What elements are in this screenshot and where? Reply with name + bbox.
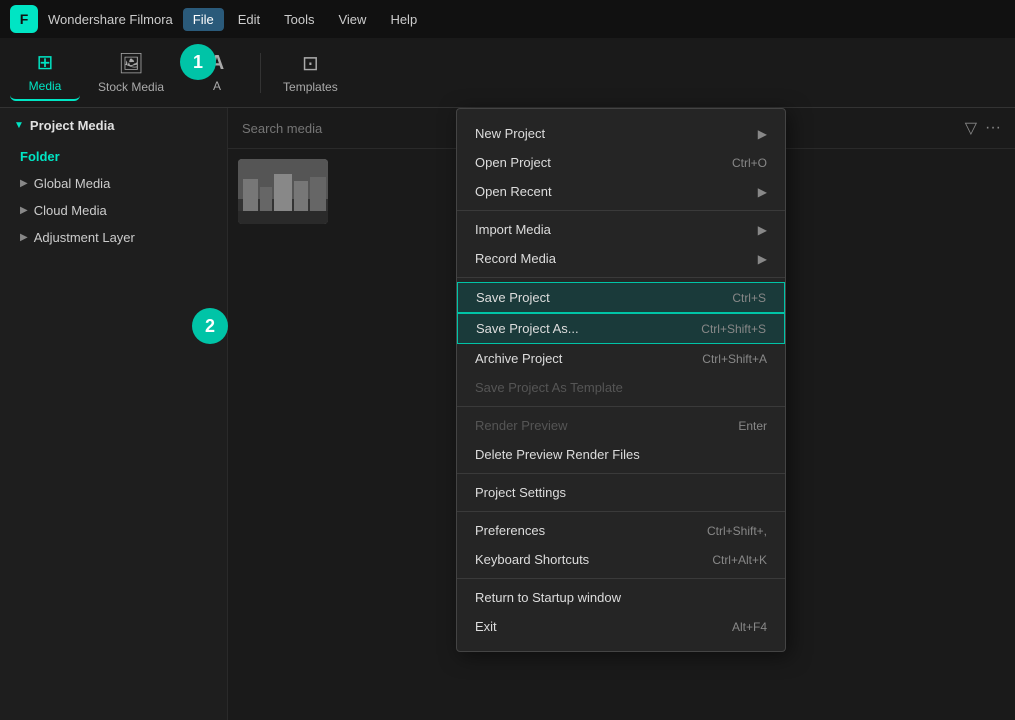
sidebar-item-adjustment-layer[interactable]: ▶ Adjustment Layer [0,224,227,251]
menu-section-import: Import Media ▶ Record Media ▶ [457,211,785,278]
exit-shortcut: Alt+F4 [732,620,767,634]
keyboard-shortcuts-shortcut: Ctrl+Alt+K [712,553,767,567]
sidebar-header: ▼ Project Media [0,108,227,143]
keyboard-shortcuts-label: Keyboard Shortcuts [475,552,589,567]
new-project-arrow: ▶ [758,127,767,141]
exit-label: Exit [475,619,497,634]
menu-section-new: New Project ▶ Open Project Ctrl+O Open R… [457,115,785,211]
menu-new-project[interactable]: New Project ▶ [457,119,785,148]
templates-icon: ⊡ [302,51,319,76]
menu-save-project-as[interactable]: Save Project As... Ctrl+Shift+S [457,313,785,344]
menu-save-as-template: Save Project As Template [457,373,785,402]
menu-project-settings[interactable]: Project Settings [457,478,785,507]
menu-tools[interactable]: Tools [274,8,324,31]
arrow-icon-global: ▶ [20,178,28,189]
tab-media[interactable]: ⊞ Media [10,44,80,101]
menu-render-preview: Render Preview Enter [457,411,785,440]
sidebar-title: Project Media [30,118,115,133]
open-recent-label: Open Recent [475,184,552,199]
menu-preferences[interactable]: Preferences Ctrl+Shift+, [457,516,785,545]
menu-section-save: Save Project Ctrl+S Save Project As... C… [457,278,785,407]
menu-bar: File Edit Tools View Help [183,8,427,31]
open-project-shortcut: Ctrl+O [732,156,767,170]
menu-view[interactable]: View [328,8,376,31]
tab-media-label: Media [29,79,62,93]
render-preview-label: Render Preview [475,418,568,433]
menu-record-media[interactable]: Record Media ▶ [457,244,785,273]
preferences-shortcut: Ctrl+Shift+, [707,524,767,538]
sidebar-arrow: ▼ [14,120,24,131]
menu-file[interactable]: File [183,8,224,31]
app-title: Wondershare Filmora [48,12,173,27]
preferences-label: Preferences [475,523,545,538]
menu-exit[interactable]: Exit Alt+F4 [457,612,785,641]
project-settings-label: Project Settings [475,485,566,500]
open-recent-arrow: ▶ [758,185,767,199]
save-project-as-label: Save Project As... [476,321,579,336]
sidebar-item-global-media[interactable]: ▶ Global Media [0,170,227,197]
menu-save-project[interactable]: Save Project Ctrl+S [457,282,785,313]
save-project-label: Save Project [476,290,550,305]
render-preview-shortcut: Enter [738,419,767,433]
menu-section-exit: Return to Startup window Exit Alt+F4 [457,579,785,645]
toolbar-divider [260,53,261,93]
stock-media-icon: 🖼 [118,51,143,76]
menu-section-render: Render Preview Enter Delete Preview Rend… [457,407,785,474]
archive-project-shortcut: Ctrl+Shift+A [702,352,767,366]
app-logo: F [10,5,38,33]
menu-open-project[interactable]: Open Project Ctrl+O [457,148,785,177]
toolbar: ⊞ Media 🖼 Stock Media A A ⊡ Templates 1 [0,38,1015,108]
arrow-icon-adj: ▶ [20,232,28,243]
open-project-label: Open Project [475,155,551,170]
sidebar-cloud-media-label: Cloud Media [34,203,107,218]
menu-open-recent[interactable]: Open Recent ▶ [457,177,785,206]
tab-stock-media-label: Stock Media [98,80,164,94]
menu-section-settings: Project Settings [457,474,785,512]
menu-keyboard-shortcuts[interactable]: Keyboard Shortcuts Ctrl+Alt+K [457,545,785,574]
save-template-label: Save Project As Template [475,380,623,395]
delete-render-label: Delete Preview Render Files [475,447,640,462]
import-media-arrow: ▶ [758,223,767,237]
save-project-as-shortcut: Ctrl+Shift+S [701,322,766,336]
badge-1: 1 [180,44,216,80]
menu-return-startup[interactable]: Return to Startup window [457,583,785,612]
record-media-arrow: ▶ [758,252,767,266]
media-icon: ⊞ [37,50,54,75]
content-area: ▽ ··· [228,108,1015,720]
sidebar: ▼ Project Media Folder ▶ Global Media ▶ … [0,108,228,720]
tab-a-label: A [213,79,221,93]
save-project-shortcut: Ctrl+S [732,291,766,305]
arrow-icon-cloud: ▶ [20,205,28,216]
sidebar-adjustment-label: Adjustment Layer [34,230,135,245]
badge-2: 2 [192,308,228,344]
menu-help[interactable]: Help [380,8,427,31]
tab-templates-label: Templates [283,80,338,94]
new-project-label: New Project [475,126,545,141]
sidebar-item-cloud-media[interactable]: ▶ Cloud Media [0,197,227,224]
menu-edit[interactable]: Edit [228,8,270,31]
sidebar-folder[interactable]: Folder [0,143,227,170]
title-bar: F Wondershare Filmora File Edit Tools Vi… [0,0,1015,38]
menu-import-media[interactable]: Import Media ▶ [457,215,785,244]
menu-section-preferences: Preferences Ctrl+Shift+, Keyboard Shortc… [457,512,785,579]
dropdown-menu: New Project ▶ Open Project Ctrl+O Open R… [456,108,786,652]
dropdown-overlay: New Project ▶ Open Project Ctrl+O Open R… [228,108,1015,720]
sidebar-global-media-label: Global Media [34,176,111,191]
return-startup-label: Return to Startup window [475,590,621,605]
import-media-label: Import Media [475,222,551,237]
main-layout: ▼ Project Media Folder ▶ Global Media ▶ … [0,108,1015,720]
tab-stock-media[interactable]: 🖼 Stock Media [84,45,178,100]
archive-project-label: Archive Project [475,351,562,366]
record-media-label: Record Media [475,251,556,266]
menu-archive-project[interactable]: Archive Project Ctrl+Shift+A [457,344,785,373]
tab-templates[interactable]: ⊡ Templates [269,45,352,100]
menu-delete-render-files[interactable]: Delete Preview Render Files [457,440,785,469]
